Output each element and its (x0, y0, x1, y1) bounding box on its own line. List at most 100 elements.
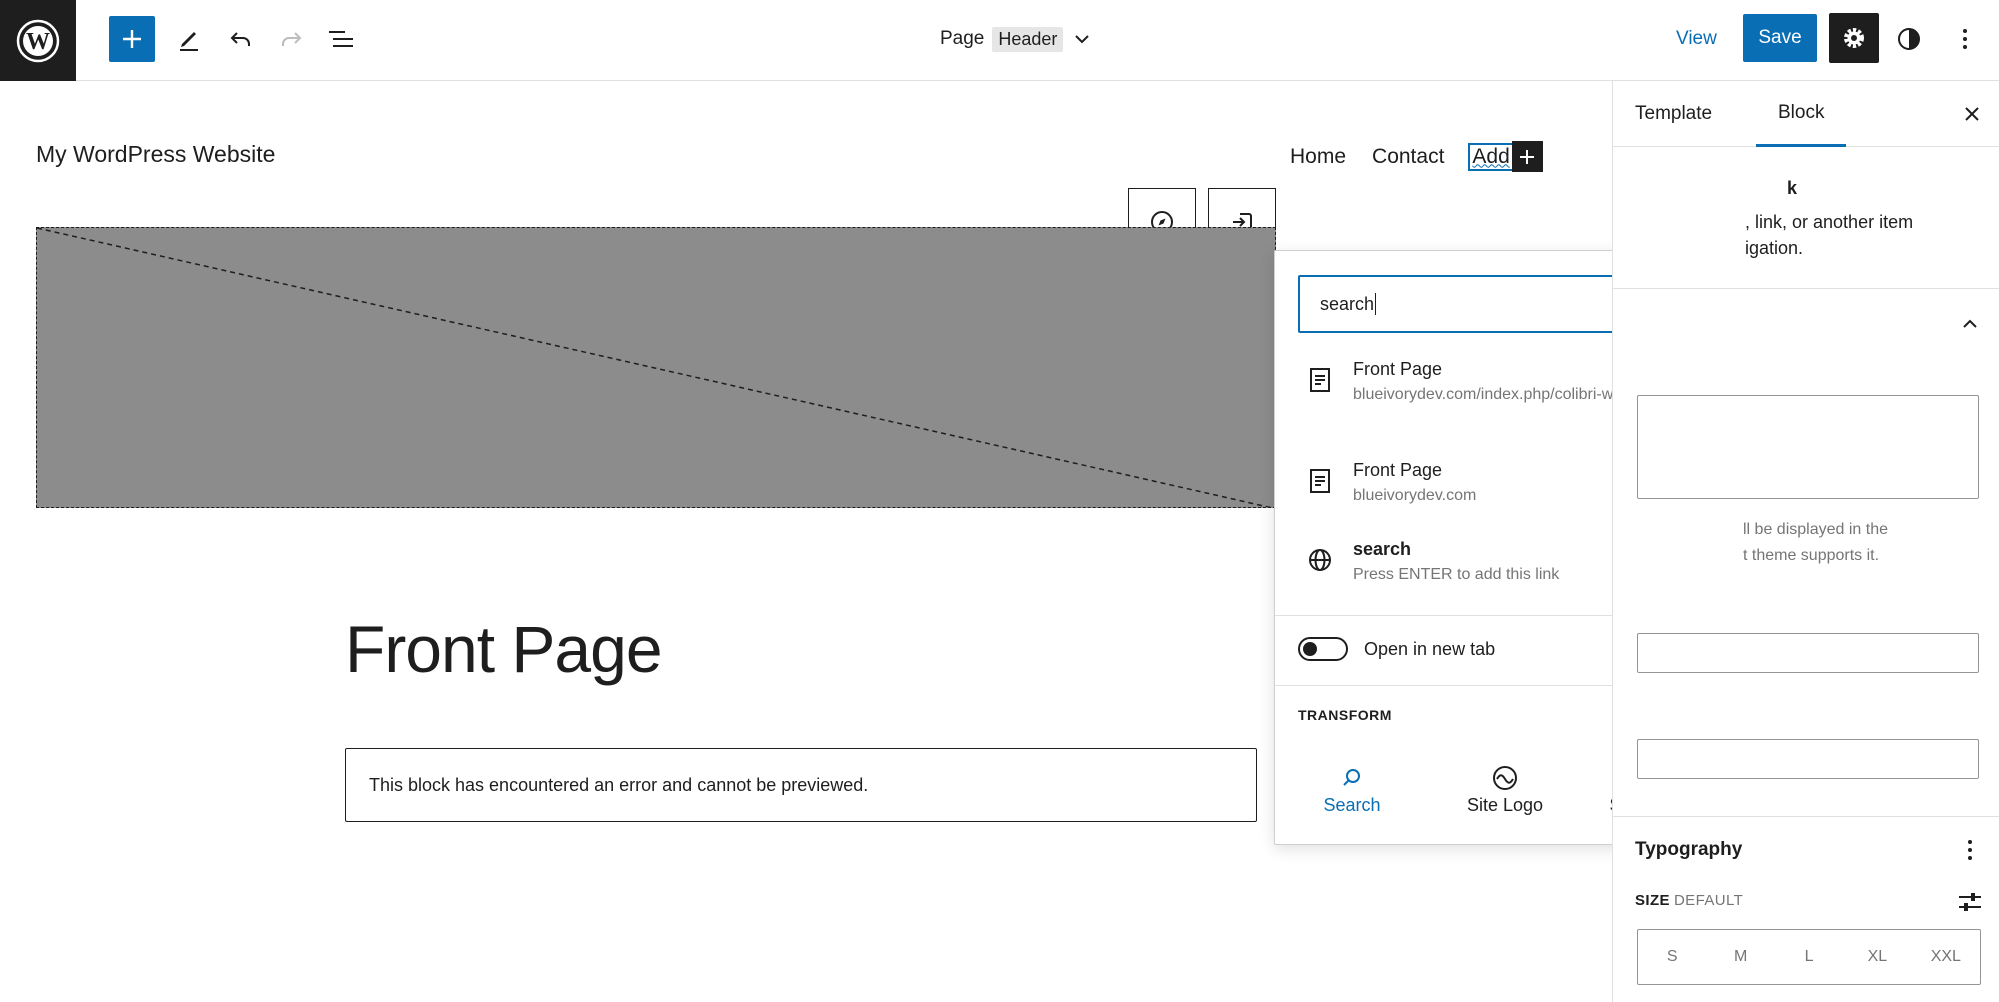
nav-add-label[interactable]: Add (1468, 142, 1514, 171)
chevron-up-icon (1963, 319, 1977, 328)
popover-divider (1275, 685, 1612, 686)
suggestion-title: search (1353, 539, 1412, 559)
tab-block[interactable]: Block (1756, 81, 1847, 147)
transform-search-label: Search (1323, 795, 1381, 815)
transform-social-icons-button[interactable]: Social Icons (1583, 761, 1612, 816)
suggestion-url: blueivorydev.com (1353, 487, 1477, 504)
close-sidebar-button[interactable] (1957, 99, 1987, 129)
typography-options-button[interactable] (1955, 833, 1985, 867)
settings-button[interactable] (1829, 13, 1879, 63)
suggestion-item[interactable]: Front Page blueivorydev.com/index.php/co… (1299, 359, 1612, 405)
size-label-text: SIZE (1635, 892, 1670, 909)
error-message: This block has encountered an error and … (369, 774, 869, 795)
list-view-icon (329, 31, 353, 47)
view-button[interactable]: View (1670, 24, 1723, 54)
text-caret (1375, 293, 1377, 315)
redo-button[interactable] (268, 16, 314, 62)
navigation-block: Home Contact Add (1290, 141, 1543, 172)
wordpress-logo-button[interactable]: W (0, 0, 76, 81)
site-title[interactable]: My WordPress Website (36, 141, 275, 168)
panel-separator (1613, 288, 1999, 289)
gear-icon (1844, 28, 1864, 48)
redo-icon (282, 32, 302, 46)
tab-template[interactable]: Template (1613, 81, 1734, 147)
transform-site-logo-label: Site Logo (1466, 795, 1544, 815)
placeholder-diagonal (37, 228, 1272, 507)
font-size-option[interactable]: XL (1843, 930, 1911, 984)
open-new-tab-label: Open in new tab (1364, 638, 1496, 659)
search-icon (1343, 769, 1360, 786)
editor-canvas: My WordPress Website Home Contact Add Fr… (0, 81, 1612, 1002)
plus-icon (1520, 149, 1535, 164)
block-inserter-button[interactable] (109, 16, 155, 62)
svg-text:W: W (26, 29, 50, 55)
suggestion-item[interactable]: search Press ENTER to add this link URL (1299, 539, 1612, 585)
globe-icon (1309, 549, 1331, 571)
custom-size-button[interactable] (1955, 887, 1985, 917)
suggestion-hint: Press ENTER to add this link (1353, 566, 1560, 583)
description-help-text: ll be displayed in the t theme supports … (1743, 521, 1888, 564)
sliders-icon (1959, 893, 1981, 911)
list-view-button[interactable] (318, 16, 364, 62)
nav-item-add[interactable]: Add (1468, 141, 1543, 172)
more-vertical-icon (1968, 840, 1972, 860)
plus-icon (123, 30, 141, 48)
typography-panel-title: Typography (1635, 839, 1743, 860)
template-part-badge: Header (992, 26, 1064, 52)
pencil-icon (180, 32, 198, 51)
link-rel-input[interactable] (1637, 739, 1979, 779)
site-logo-icon (1493, 766, 1517, 790)
page-icon (1310, 469, 1330, 493)
close-icon (1965, 107, 1979, 121)
transform-heading: TRANSFORM (1298, 707, 1392, 723)
font-size-picker: S M L XL XXL (1637, 929, 1981, 985)
nav-item-home[interactable]: Home (1290, 145, 1346, 169)
nav-add-button[interactable] (1511, 141, 1543, 172)
block-card-title: k (1787, 178, 1798, 198)
document-title-bar[interactable]: Page Header (940, 22, 1093, 56)
panel-collapse-button[interactable] (1955, 309, 1985, 339)
settings-sidebar: Template Block k , link, or another item… (1612, 81, 1999, 1002)
sidebar-tabs: Template Block (1613, 81, 1999, 147)
editor-header: W Page Header View Save (0, 0, 1999, 81)
transform-search-button[interactable]: Search (1277, 761, 1427, 816)
undo-button[interactable] (218, 16, 264, 62)
wordpress-logo-icon: W (16, 19, 60, 62)
block-card-description: , link, or another item igation. (1745, 212, 1914, 258)
chevron-down-icon (1075, 35, 1090, 44)
link-search-value: search (1320, 293, 1375, 314)
transform-site-logo-button[interactable]: Site Logo (1430, 761, 1580, 816)
undo-icon (230, 32, 250, 46)
save-button[interactable]: Save (1743, 14, 1817, 62)
font-size-option[interactable]: S (1638, 930, 1706, 984)
open-new-tab-row[interactable]: Open in new tab (1298, 637, 1495, 661)
suggestion-item[interactable]: Front Page blueivorydev.com page (1299, 460, 1612, 506)
size-default-text: DEFAULT (1673, 892, 1744, 909)
suggestion-url: blueivorydev.com/index.php/colibri-wp-2/ (1353, 386, 1612, 403)
suggestion-title: Front Page (1353, 359, 1443, 379)
page-heading[interactable]: Front Page (345, 611, 663, 687)
contrast-icon (1898, 28, 1920, 50)
link-search-input[interactable]: search (1298, 275, 1612, 333)
popover-divider (1275, 615, 1612, 616)
partial-heading-cutoff (345, 976, 655, 1002)
font-size-option[interactable]: M (1706, 930, 1774, 984)
transform-social-icons-label: Social Icons (1583, 795, 1612, 816)
tools-button[interactable] (166, 16, 212, 62)
block-error-notice: This block has encountered an error and … (345, 748, 1257, 822)
nav-item-contact[interactable]: Contact (1372, 145, 1444, 169)
page-icon (1310, 368, 1330, 392)
styles-button[interactable] (1889, 16, 1929, 62)
options-button[interactable] (1947, 16, 1983, 62)
open-new-tab-toggle[interactable] (1298, 637, 1348, 661)
suggestion-title: Front Page (1353, 460, 1443, 480)
font-size-option[interactable]: L (1775, 930, 1843, 984)
font-size-label: SIZE DEFAULT (1635, 892, 1743, 909)
link-control-popover: search Front Page blueivorydev.com/index… (1274, 250, 1612, 845)
link-description-textarea[interactable] (1637, 395, 1979, 499)
document-type: Page (940, 28, 985, 49)
font-size-option[interactable]: XXL (1912, 930, 1980, 984)
cover-block-placeholder[interactable] (36, 227, 1276, 508)
link-title-input[interactable] (1637, 633, 1979, 673)
more-vertical-icon (1963, 29, 1967, 49)
